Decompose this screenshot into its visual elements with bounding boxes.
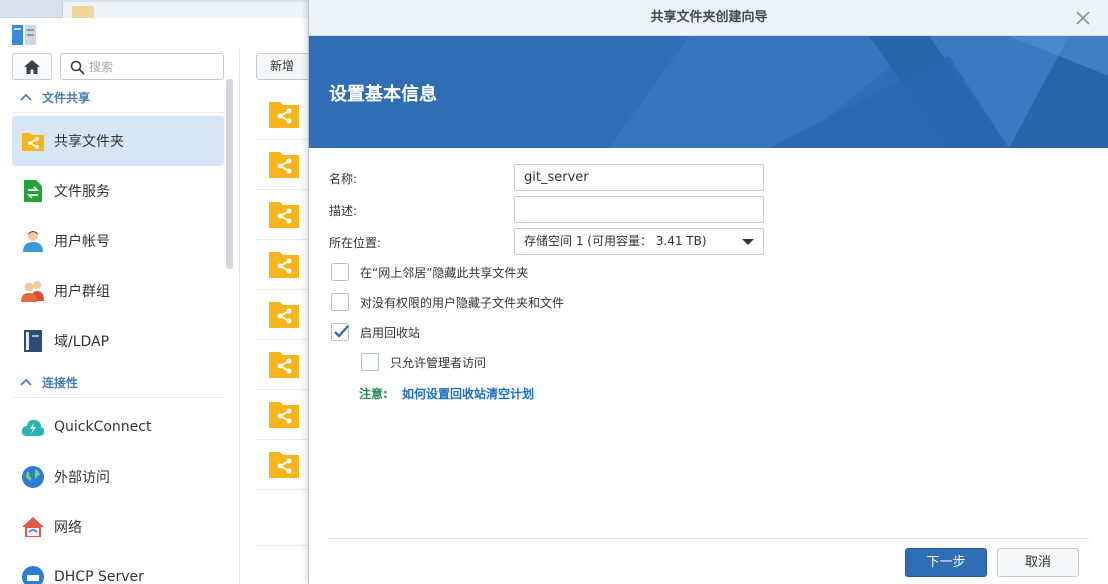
- location-value: 存储空间 1 (可用容量： 3.41 TB): [524, 234, 707, 248]
- list-item[interactable]: [256, 140, 308, 190]
- section-label: 文件共享: [42, 91, 91, 105]
- list-item[interactable]: [256, 340, 308, 390]
- sidebar-item-label: 文件服务: [54, 184, 110, 200]
- close-icon[interactable]: [1074, 9, 1092, 27]
- search-icon: [70, 60, 85, 75]
- checkbox-label: 对没有权限的用户隐藏子文件夹和文件: [360, 295, 565, 310]
- sidebar-item-quickconnect[interactable]: QuickConnect: [12, 402, 224, 452]
- checkbox-label: 启用回收站: [360, 325, 421, 340]
- hide-in-network-row[interactable]: 在“网上邻居”隐藏此共享文件夹: [331, 263, 528, 281]
- file-services-icon: [20, 178, 46, 204]
- list-item[interactable]: [256, 496, 308, 546]
- recycle-schedule-link[interactable]: 如何设置回收站清空计划: [402, 387, 534, 401]
- shared-folder-wizard: 共享文件夹创建向导 设置基本信息 名称: 描述: 所在位置: 存储空间 1 (可…: [308, 0, 1108, 584]
- sidebar-item-file-services[interactable]: 文件服务: [12, 166, 224, 216]
- sidebar-item-external-access[interactable]: 外部访问: [12, 452, 224, 502]
- note-label: 注意:: [359, 387, 388, 401]
- group-icon: [20, 278, 46, 304]
- checkbox-label: 在“网上邻居”隐藏此共享文件夹: [360, 265, 529, 280]
- shared-folder-icon: [269, 402, 299, 428]
- sidebar-item-domain-ldap[interactable]: 域/LDAP: [12, 316, 224, 366]
- chevron-up-icon: [20, 378, 32, 386]
- next-button[interactable]: 下一步: [905, 548, 987, 577]
- footer-divider: [329, 538, 1089, 539]
- sidebar-item-user-account[interactable]: 用户帐号: [12, 216, 224, 266]
- chevron-up-icon: [20, 93, 32, 101]
- location-select[interactable]: 存储空间 1 (可用容量： 3.41 TB): [514, 228, 764, 255]
- shared-folder-icon: [269, 152, 299, 178]
- wizard-title: 共享文件夹创建向导: [309, 0, 1108, 36]
- section-connectivity[interactable]: 连接性: [12, 368, 224, 398]
- sidebar-item-label: 域/LDAP: [54, 334, 110, 350]
- new-button[interactable]: 新增: [256, 53, 316, 80]
- checkmark-icon: [334, 325, 349, 338]
- app-header: [0, 18, 308, 49]
- dhcp-server-icon: [20, 564, 46, 584]
- search-input[interactable]: [89, 57, 219, 77]
- description-field[interactable]: [514, 196, 764, 223]
- shared-folder-icon: [269, 202, 299, 228]
- shared-folder-icon: [269, 352, 299, 378]
- shared-folder-icon: [269, 252, 299, 278]
- hide-subfolders-checkbox[interactable]: [331, 293, 349, 311]
- shared-folder-icon: [269, 302, 299, 328]
- background-tab[interactable]: [62, 2, 308, 18]
- hide-subfolders-row[interactable]: 对没有权限的用户隐藏子文件夹和文件: [331, 293, 564, 311]
- sidebar: 文件共享 共享文件夹 文件服务 用户帐号: [0, 49, 240, 584]
- home-icon: [24, 59, 40, 74]
- network-icon: [20, 514, 46, 540]
- admin-only-checkbox[interactable]: [361, 353, 379, 371]
- location-label: 所在位置:: [329, 236, 382, 250]
- shared-folder-icon: [269, 452, 299, 478]
- sidebar-item-label: 外部访问: [54, 470, 110, 486]
- wizard-banner: 设置基本信息: [309, 36, 1108, 148]
- list-item[interactable]: [256, 290, 308, 340]
- control-panel-app-icon: [12, 25, 36, 45]
- external-access-icon: [20, 464, 46, 490]
- wizard-heading: 设置基本信息: [329, 84, 437, 105]
- list-item[interactable]: [256, 190, 308, 240]
- user-icon: [20, 228, 46, 254]
- quickconnect-icon: [20, 414, 46, 440]
- folder-tab-icon: [72, 6, 94, 18]
- sidebar-item-dhcp-server[interactable]: DHCP Server: [12, 552, 224, 584]
- sidebar-item-label: 共享文件夹: [54, 134, 124, 150]
- list-item[interactable]: [256, 440, 308, 490]
- shared-folder-icon: [269, 102, 299, 128]
- name-label: 名称:: [329, 172, 358, 186]
- recycle-bin-note: 注意: 如何设置回收站清空计划: [359, 385, 534, 402]
- hide-in-network-checkbox[interactable]: [331, 263, 349, 281]
- chevron-down-icon: [742, 239, 754, 245]
- enable-recycle-bin-checkbox[interactable]: [331, 323, 349, 341]
- cancel-button[interactable]: 取消: [997, 548, 1079, 577]
- list-item[interactable]: [256, 240, 308, 290]
- description-label: 描述:: [329, 204, 358, 218]
- sidebar-item-network[interactable]: 网络: [12, 502, 224, 552]
- sidebar-item-label: 网络: [54, 520, 82, 536]
- sidebar-item-shared-folder[interactable]: 共享文件夹: [12, 116, 224, 166]
- shared-folder-list: 新增: [241, 49, 316, 584]
- search-box[interactable]: [60, 53, 224, 80]
- enable-recycle-bin-row[interactable]: 启用回收站: [331, 323, 420, 341]
- list-item[interactable]: [256, 90, 308, 140]
- sidebar-scrollbar[interactable]: [226, 79, 233, 269]
- window-tabstrip: [0, 0, 308, 18]
- list-item[interactable]: [256, 390, 308, 440]
- home-button[interactable]: [12, 53, 52, 80]
- sidebar-item-label: 用户群组: [54, 284, 110, 300]
- sidebar-item-label: QuickConnect: [54, 419, 152, 435]
- sidebar-item-label: 用户帐号: [54, 234, 110, 250]
- shared-folder-icon: [20, 128, 46, 154]
- sidebar-item-label: DHCP Server: [54, 569, 144, 584]
- domain-ldap-icon: [20, 328, 46, 354]
- checkbox-label: 只允许管理者访问: [390, 355, 487, 370]
- sidebar-item-user-group[interactable]: 用户群组: [12, 266, 224, 316]
- section-label: 连接性: [42, 376, 79, 390]
- admin-only-row[interactable]: 只允许管理者访问: [361, 353, 486, 371]
- name-field[interactable]: [514, 164, 764, 191]
- section-file-sharing[interactable]: 文件共享: [12, 83, 224, 113]
